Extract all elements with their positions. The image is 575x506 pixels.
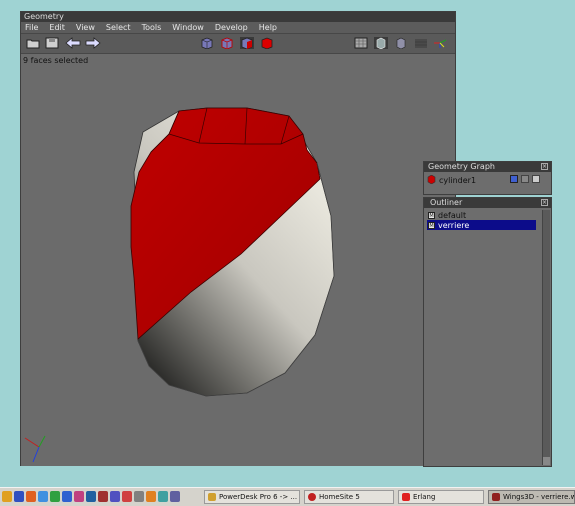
- edge-mode-icon[interactable]: [220, 37, 234, 50]
- menu-window[interactable]: Window: [172, 22, 204, 33]
- vertex-mode-icon[interactable]: [200, 37, 214, 50]
- taskbar-button-erlang[interactable]: Erlang: [398, 490, 484, 504]
- menu-bar: File Edit View Select Tools Window Devel…: [21, 22, 455, 33]
- taskbar: PowerDesk Pro 6 -> ... HomeSite 5 Erlang…: [0, 487, 575, 506]
- shaded-icon[interactable]: [414, 37, 428, 49]
- wireframe-icon[interactable]: [374, 37, 388, 50]
- quicklaunch-icon[interactable]: [38, 491, 48, 502]
- taskbar-button-powerdesk[interactable]: PowerDesk Pro 6 -> ...: [204, 490, 300, 504]
- material-icon: M: [428, 211, 435, 219]
- outliner-item-label: verriere: [438, 220, 470, 230]
- close-icon[interactable]: ×: [541, 163, 548, 170]
- quicklaunch-icon[interactable]: [2, 491, 12, 502]
- menu-help[interactable]: Help: [259, 22, 277, 33]
- quicklaunch-icon[interactable]: [74, 491, 84, 502]
- taskbar-button-homesite[interactable]: HomeSite 5: [304, 490, 394, 504]
- 3d-viewport[interactable]: 9 faces selected: [21, 54, 455, 466]
- quicklaunch-icon[interactable]: [86, 491, 96, 502]
- open-folder-icon[interactable]: [26, 37, 40, 49]
- menu-edit[interactable]: Edit: [49, 22, 65, 33]
- outliner-item-default[interactable]: M default: [427, 210, 539, 220]
- groundplane-icon[interactable]: [354, 37, 368, 49]
- material-icon: M: [428, 221, 435, 229]
- save-icon[interactable]: [45, 37, 59, 49]
- quicklaunch-icon[interactable]: [50, 491, 60, 502]
- geometry-window: Geometry File Edit View Select Tools Win…: [20, 11, 456, 466]
- quicklaunch-icon[interactable]: [134, 491, 144, 502]
- menu-develop[interactable]: Develop: [215, 22, 248, 33]
- menu-select[interactable]: Select: [106, 22, 131, 33]
- wings3d-icon: [492, 493, 500, 501]
- visibility-eye-icon[interactable]: [510, 175, 518, 183]
- quicklaunch-icon[interactable]: [110, 491, 120, 502]
- outliner-list: M default M verriere: [427, 210, 539, 230]
- outliner-item-verriere[interactable]: M verriere: [427, 220, 536, 230]
- body-mode-icon[interactable]: [260, 37, 274, 50]
- object-cube-icon: [427, 174, 436, 186]
- quicklaunch-icon[interactable]: [158, 491, 168, 502]
- erlang-icon: [402, 493, 410, 501]
- scroll-down-button[interactable]: [543, 457, 550, 465]
- taskbar-button-wings3d[interactable]: Wings3D - verriere.wi...: [488, 490, 575, 504]
- smooth-icon[interactable]: [394, 37, 408, 50]
- quicklaunch-icon[interactable]: [146, 491, 156, 502]
- geometry-graph-title[interactable]: Geometry Graph: [424, 162, 551, 172]
- geometry-window-title[interactable]: Geometry: [21, 12, 455, 22]
- lock-icon[interactable]: [521, 175, 529, 183]
- quicklaunch-icon[interactable]: [26, 491, 36, 502]
- wire-cube-icon[interactable]: [532, 175, 540, 183]
- object-label: cylinder1: [439, 176, 477, 185]
- mesh-render[interactable]: [21, 54, 455, 466]
- undo-arrow-icon[interactable]: [65, 37, 81, 49]
- face-mode-icon[interactable]: [240, 37, 254, 50]
- toolbar: [21, 33, 455, 54]
- menu-view[interactable]: View: [76, 22, 95, 33]
- powerdesk-icon: [208, 493, 216, 501]
- outliner-title[interactable]: Outliner: [424, 198, 551, 208]
- outliner-item-label: default: [438, 210, 467, 220]
- redo-arrow-icon[interactable]: [85, 37, 101, 49]
- outliner-scrollbar[interactable]: [542, 210, 550, 465]
- quicklaunch-icon[interactable]: [14, 491, 24, 502]
- menu-tools[interactable]: Tools: [142, 22, 162, 33]
- axes-icon[interactable]: [433, 37, 447, 49]
- homesite-icon: [308, 493, 316, 501]
- quicklaunch-icon[interactable]: [122, 491, 132, 502]
- quicklaunch-icon[interactable]: [170, 491, 180, 502]
- list-item[interactable]: cylinder1: [427, 174, 477, 186]
- outliner-window: Outliner × M default M verriere: [423, 197, 552, 467]
- quicklaunch-icon[interactable]: [98, 491, 108, 502]
- quicklaunch-icon[interactable]: [62, 491, 72, 502]
- close-icon[interactable]: ×: [541, 199, 548, 206]
- menu-file[interactable]: File: [25, 22, 38, 33]
- geometry-graph-window: Geometry Graph × cylinder1: [423, 161, 552, 195]
- axis-indicator: [24, 435, 46, 463]
